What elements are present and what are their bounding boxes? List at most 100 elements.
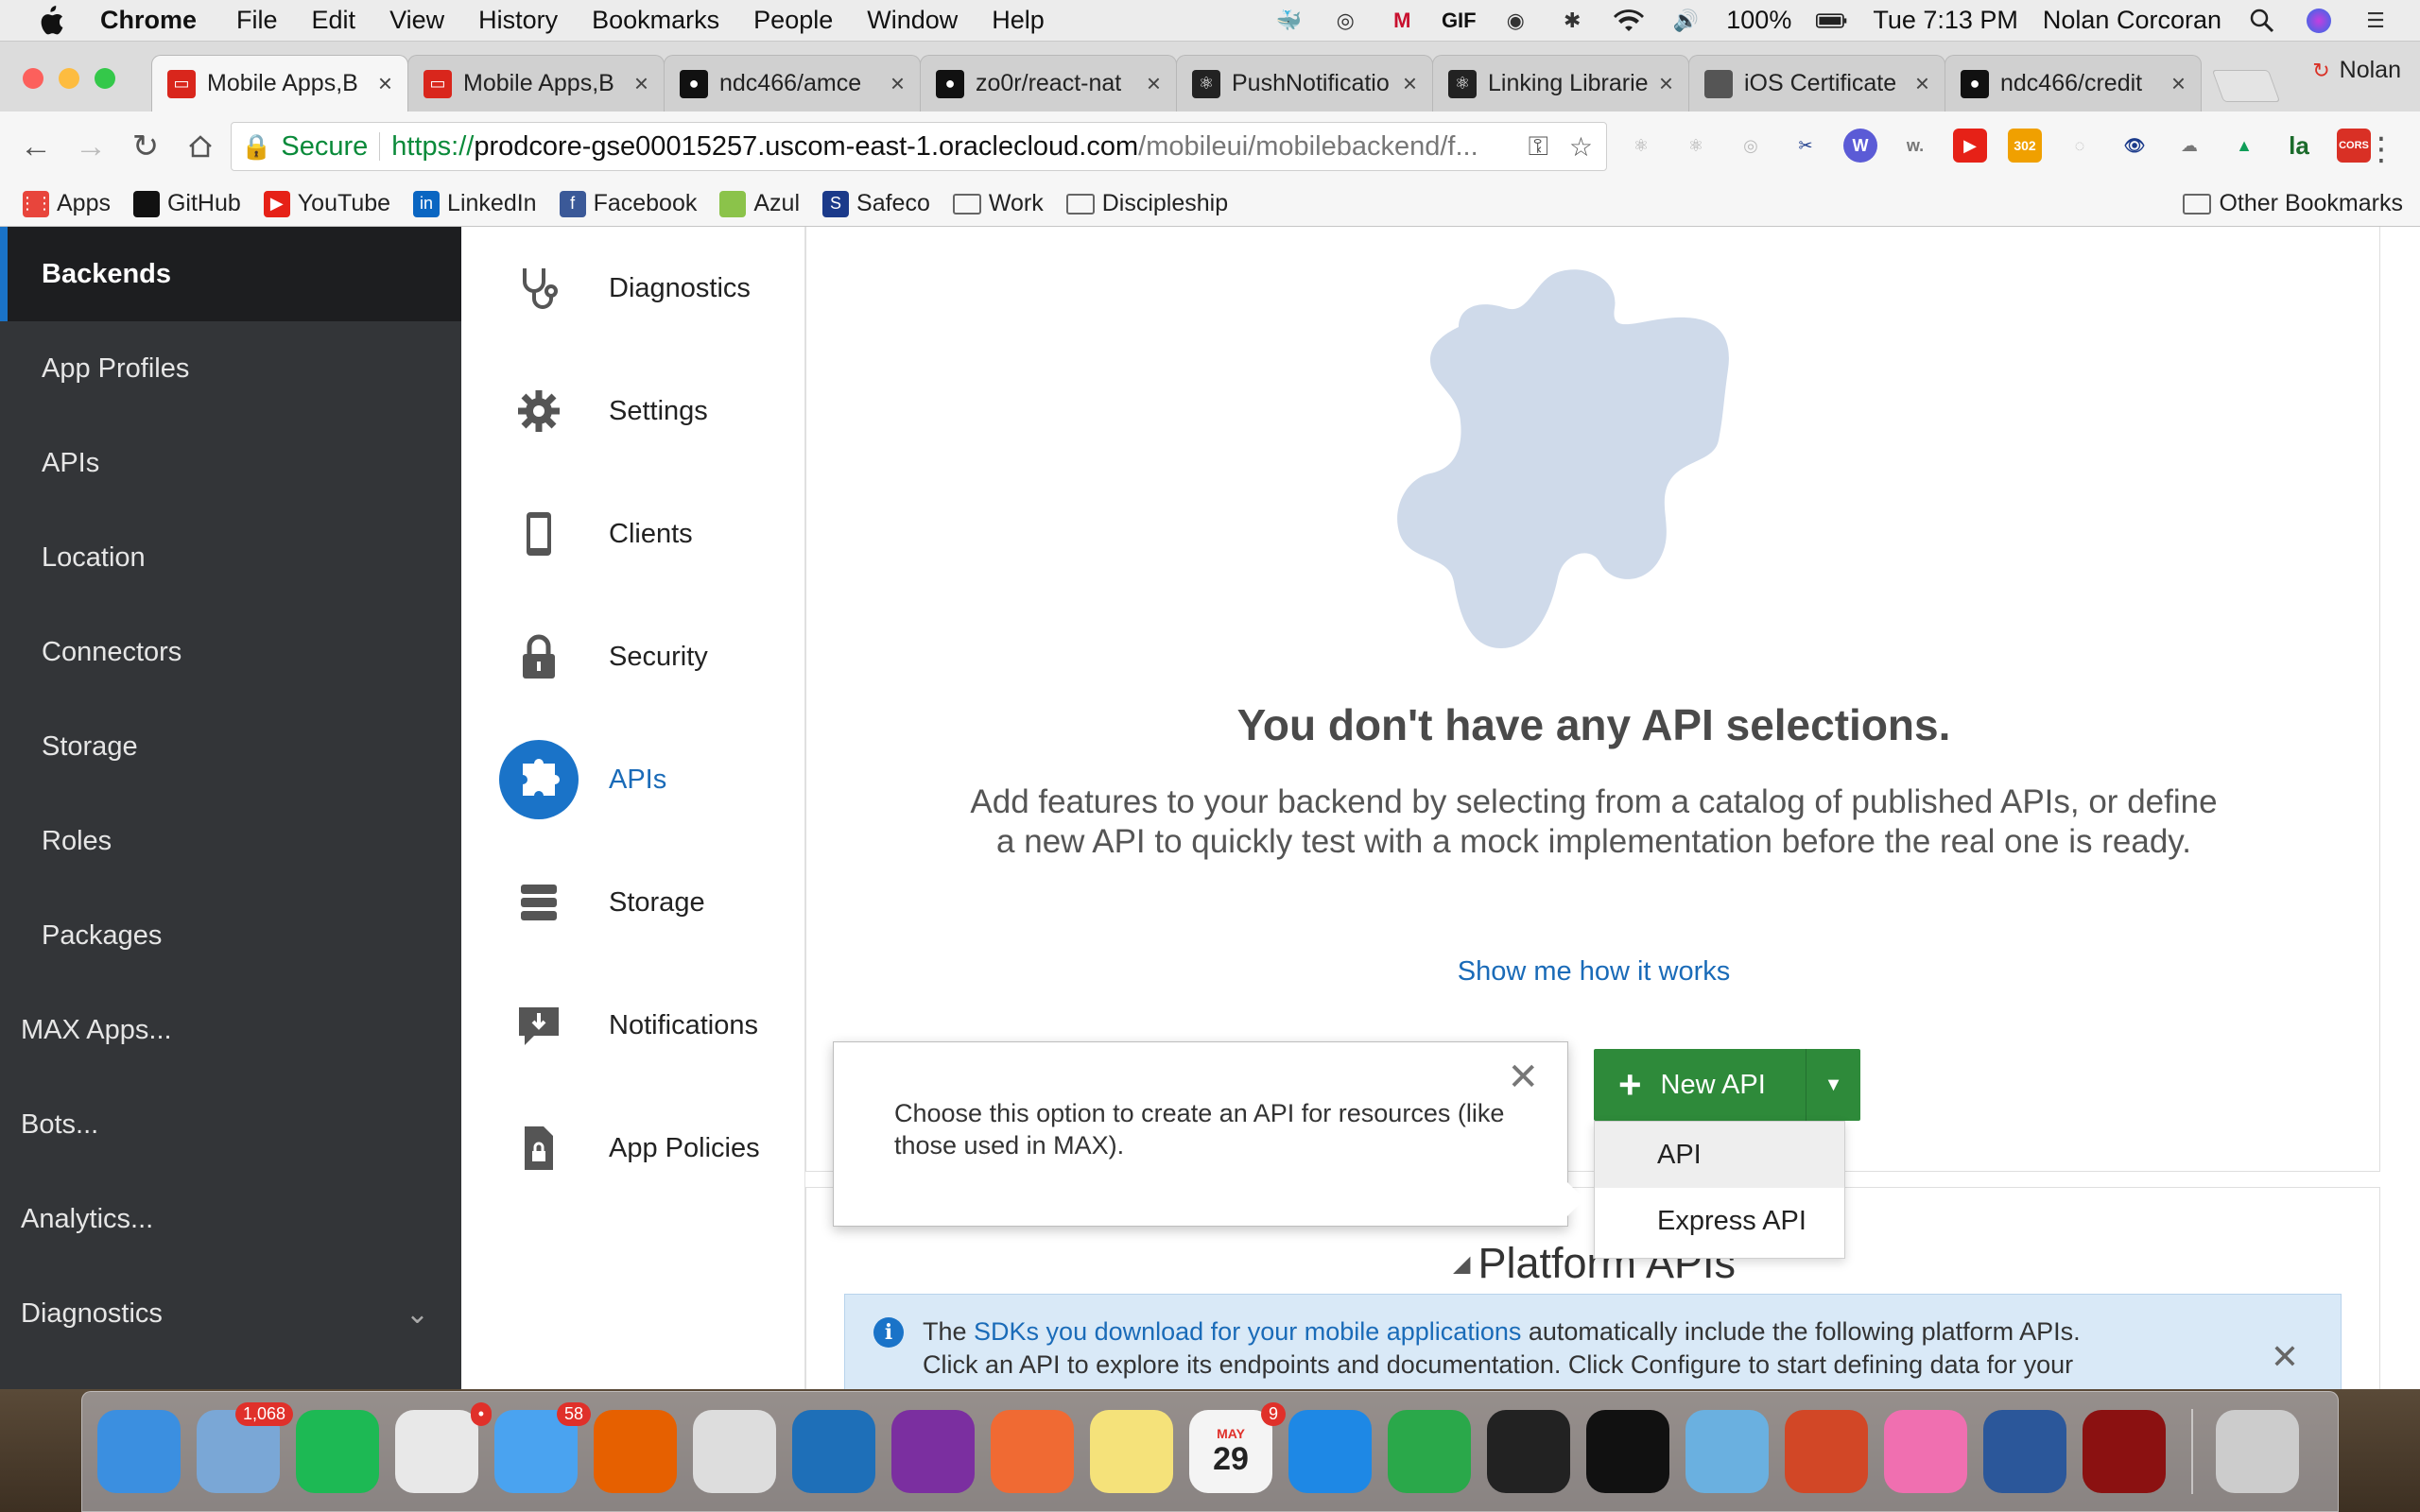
trash-icon[interactable]: [2216, 1410, 2299, 1493]
la-extension-icon[interactable]: la: [2282, 129, 2316, 163]
sidebar-item-packages[interactable]: Packages: [0, 888, 461, 983]
word-icon[interactable]: [1983, 1410, 2066, 1493]
eye-icon[interactable]: 👁: [2118, 129, 2152, 163]
key-icon[interactable]: ⚿: [1529, 131, 1548, 163]
tab-close-icon[interactable]: ×: [634, 69, 648, 98]
show-me-how-link[interactable]: Show me how it works: [806, 956, 2381, 988]
tab-close-icon[interactable]: ×: [1659, 69, 1673, 98]
sidebar-item-roles[interactable]: Roles: [0, 794, 461, 888]
spotify-icon[interactable]: [296, 1410, 379, 1493]
menu-app-name[interactable]: Chrome: [100, 6, 197, 35]
tab-close-icon[interactable]: ×: [378, 69, 392, 98]
itunes-icon[interactable]: [1884, 1410, 1967, 1493]
chevron-down-icon[interactable]: ⌄: [406, 1297, 429, 1331]
calendar-icon[interactable]: MAY 29 9: [1189, 1402, 1286, 1493]
spotlight-search-icon[interactable]: [2246, 7, 2278, 35]
pinwheel-icon[interactable]: [1685, 1410, 1769, 1493]
wappalyzer-icon[interactable]: W: [1843, 129, 1877, 163]
volume-icon[interactable]: 🔊: [1669, 7, 1702, 35]
subnav-item-storage[interactable]: Storage: [461, 841, 804, 964]
subnav-item-security[interactable]: Security: [461, 595, 804, 718]
siri-icon[interactable]: [2303, 7, 2335, 35]
powerpoint-icon[interactable]: [1785, 1410, 1868, 1493]
zoom-window-button[interactable]: [95, 68, 115, 89]
vscode-icon[interactable]: [792, 1410, 875, 1493]
subnav-item-apis[interactable]: APIs: [461, 718, 804, 841]
react-devtools-icon[interactable]: ⚛: [1624, 129, 1658, 163]
terminal-icon[interactable]: [1487, 1410, 1570, 1493]
gif-icon[interactable]: GIF: [1442, 7, 1477, 35]
tab-close-icon[interactable]: ×: [890, 69, 905, 98]
subnav-item-clients[interactable]: Clients: [461, 472, 804, 595]
app-store-icon[interactable]: [1288, 1410, 1372, 1493]
youtube-ext-icon[interactable]: ▶: [1953, 129, 1987, 163]
user-name[interactable]: Nolan Corcoran: [2043, 6, 2221, 35]
battery-icon[interactable]: [1816, 7, 1848, 35]
sidebar-item-max-apps[interactable]: MAX Apps...: [0, 983, 461, 1077]
mail-icon[interactable]: 1,068: [197, 1402, 293, 1493]
sidebar-item-apis[interactable]: APIs: [0, 416, 461, 510]
sdk-download-link[interactable]: SDKs you download for your mobile applic…: [974, 1317, 1521, 1346]
bookmark-linkedin[interactable]: in LinkedIn: [413, 190, 537, 217]
browser-tab[interactable]: ⚛ PushNotificatio ×: [1176, 55, 1433, 112]
screen-record-icon[interactable]: ◉: [1499, 7, 1531, 35]
subnav-item-app-policies[interactable]: App Policies: [461, 1087, 804, 1210]
network-icon[interactable]: [1388, 1410, 1471, 1493]
other-bookmarks[interactable]: Other Bookmarks: [2183, 190, 2403, 217]
slack-icon[interactable]: •: [395, 1402, 492, 1493]
bookmark-work[interactable]: Work: [952, 190, 1044, 217]
browser-tab[interactable]: iOS Certificate ×: [1688, 55, 1945, 112]
sidebar-item-diagnostics[interactable]: Diagnostics ⌄: [0, 1266, 461, 1361]
chrome-menu-icon[interactable]: ⋮: [2365, 130, 2397, 168]
dropdown-caret-icon[interactable]: ▼: [1806, 1049, 1860, 1121]
postman-icon[interactable]: [991, 1410, 1074, 1493]
subnav-item-notifications[interactable]: Notifications: [461, 964, 804, 1087]
browser-tab[interactable]: ▭ Mobile Apps,B ×: [407, 55, 665, 112]
finder-icon[interactable]: [97, 1410, 181, 1493]
collapse-triangle-icon[interactable]: ◢: [1453, 1250, 1470, 1278]
menu-window[interactable]: Window: [867, 6, 958, 35]
wifi-icon[interactable]: [1613, 7, 1645, 35]
tab-close-icon[interactable]: ×: [1147, 69, 1161, 98]
menu-edit[interactable]: Edit: [312, 6, 356, 35]
back-button[interactable]: ←: [17, 128, 55, 165]
sidebar-item-storage[interactable]: Storage: [0, 699, 461, 794]
google-drive-icon[interactable]: ▲: [2227, 129, 2261, 163]
bookmark-star-icon[interactable]: ☆: [1569, 131, 1593, 163]
creative-cloud-icon[interactable]: ◎: [1329, 7, 1361, 35]
menu-file[interactable]: File: [236, 6, 278, 35]
bookmark-github[interactable]: GitHub: [132, 190, 241, 217]
sidebar-item-bots[interactable]: Bots...: [0, 1077, 461, 1172]
sidebar-item-backends[interactable]: Backends: [0, 227, 461, 321]
sidebar-item-connectors[interactable]: Connectors: [0, 605, 461, 699]
onenote-icon[interactable]: [891, 1410, 975, 1493]
menu-help[interactable]: Help: [992, 6, 1045, 35]
forward-button[interactable]: →: [72, 128, 110, 165]
sidebar-item-app-profiles[interactable]: App Profiles: [0, 321, 461, 416]
new-tab-button[interactable]: [2211, 70, 2281, 102]
close-icon[interactable]: ✕: [1507, 1056, 1539, 1099]
bluetooth-icon[interactable]: ✱: [1556, 7, 1588, 35]
clock[interactable]: Tue 7:13 PM: [1873, 6, 2018, 35]
firefox-icon[interactable]: [594, 1410, 677, 1493]
scissors-icon[interactable]: ✂: [1789, 129, 1823, 163]
close-window-button[interactable]: [23, 68, 43, 89]
tab-close-icon[interactable]: ×: [2171, 69, 2186, 98]
redirect-302-icon[interactable]: 302: [2008, 129, 2042, 163]
bookmark-facebook[interactable]: f Facebook: [559, 190, 697, 217]
home-button[interactable]: [182, 128, 219, 165]
tab-close-icon[interactable]: ×: [1915, 69, 1929, 98]
subnav-item-diagnostics[interactable]: Diagnostics: [461, 227, 804, 350]
cloud-icon[interactable]: ☁: [2172, 129, 2206, 163]
react-devtools-2-icon[interactable]: ⚛: [1679, 129, 1713, 163]
docker-icon[interactable]: 🐳: [1272, 7, 1305, 35]
bookmark-apps[interactable]: ⋮⋮ Apps: [19, 190, 111, 217]
dropdown-item-api[interactable]: API: [1595, 1122, 1844, 1188]
menu-view[interactable]: View: [389, 6, 444, 35]
minimize-window-button[interactable]: [59, 68, 79, 89]
chrome-icon[interactable]: [693, 1410, 776, 1493]
tab-close-icon[interactable]: ×: [1403, 69, 1417, 98]
loader-icon[interactable]: ◌: [2063, 129, 2097, 163]
bookmark-azul[interactable]: Azul: [719, 190, 800, 217]
browser-tab[interactable]: ● ndc466/amce ×: [664, 55, 921, 112]
